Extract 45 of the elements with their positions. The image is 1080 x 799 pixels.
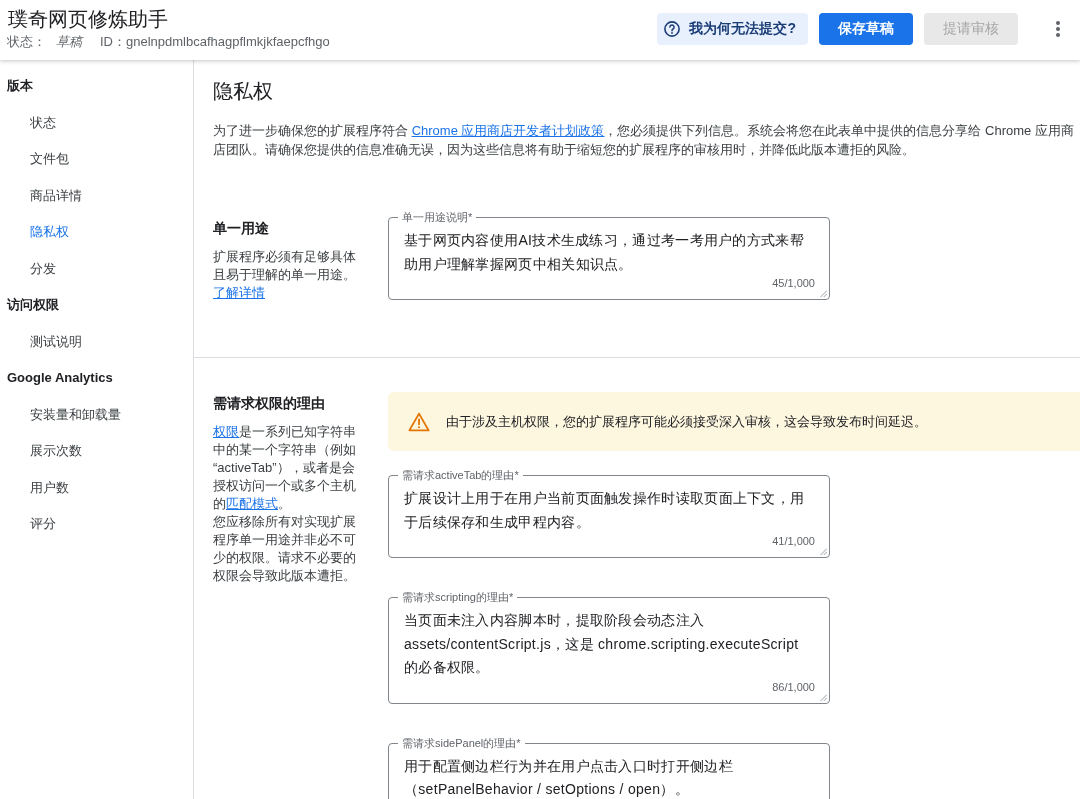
sidebar-item[interactable]: 文件包 [0, 141, 193, 178]
sidebar-heading: 版本 [6, 77, 34, 95]
status-value: 草稿 [56, 33, 82, 51]
text-link[interactable]: 了解详情 [213, 285, 265, 300]
sidebar-heading: 访问权限 [5, 296, 60, 314]
resize-grip-icon[interactable] [820, 548, 827, 555]
field-label: 单一用途说明* [398, 210, 477, 224]
section-description: 您应移除所有对实现扩展程序单一用途并非必不可少的权限。请求不必要的权限会导致此版本遭拒。 [213, 513, 357, 585]
section-description: 扩展程序必须有足够具体且易于理解的单一用途。 [213, 248, 357, 284]
resize-grip-icon[interactable] [820, 693, 827, 701]
intro-text: 为了进一步确保您的扩展程序符合 Chrome 应用商店开发者计划政策，您必须提供下列信息。系统会将您在此表单中提供的信息分享给 Chrome 应用商店团队。请确保您提供的信息准确无误，因为这些信息将有助于缩短您的扩展程序的审核用时，并降低此版本遭拒的风险。 [213, 122, 1075, 159]
character-counter: 45/1,000 [772, 276, 815, 290]
section-heading: 需请求权限的理由 [213, 394, 325, 413]
save-button[interactable]: 保存草稿 [819, 13, 913, 45]
sidebar-item[interactable]: 展示次数 [0, 433, 193, 470]
app-title: 璞奇网页修炼助手 [7, 7, 168, 31]
character-counter: 86/1,000 [772, 679, 815, 694]
more-menu-icon[interactable] [1056, 21, 1060, 37]
section-heading: 单一用途 [213, 219, 269, 238]
sidebar-item[interactable]: 分发 [0, 250, 193, 287]
extension-id: gnelnpdmlbcafhagpflmkjkfaepcfhgo [126, 33, 330, 51]
id-label: ID： [100, 33, 126, 51]
field-label: 需请求sidePanel的理由* [398, 735, 525, 750]
character-counter: 41/1,000 [772, 534, 815, 548]
sidebar-item[interactable]: 评分 [0, 506, 193, 543]
warning-text: 由于涉及主机权限，您的扩展程序可能必须接受深入审核，这会导致发布时间延迟。 [446, 412, 927, 431]
sidebar-heading: Google Analytics [6, 369, 114, 387]
field-label: 需请求activeTab的理由* [398, 468, 523, 482]
sidebar-item[interactable]: 状态 [0, 104, 193, 141]
field-label: 需请求scripting的理由* [398, 590, 518, 604]
section-description: 权限是一系列已知字符串中的某一个字符串（例如“activeTab”），或者是会授权访问一个或多个主机的匹配模式。 [213, 423, 357, 513]
sidebar-item[interactable]: 测试说明 [0, 323, 193, 360]
sidebar-item[interactable]: 隐私权 [0, 214, 193, 251]
help-button[interactable]: 我为何无法提交? [657, 13, 808, 45]
text-link[interactable]: 匹配模式 [226, 496, 278, 511]
help-icon [664, 21, 681, 37]
sidebar-item[interactable]: 商品详情 [0, 177, 193, 214]
sidebar-item[interactable]: 用户数 [0, 469, 193, 506]
text-link[interactable]: Chrome 应用商店开发者计划政策 [411, 123, 605, 138]
resize-grip-icon[interactable] [820, 290, 827, 297]
page-title: 隐私权 [213, 79, 273, 104]
sidebar-item[interactable]: 安装量和卸载量 [0, 396, 193, 433]
text-link[interactable]: 权限 [213, 424, 239, 439]
status-label: 状态： [7, 33, 46, 51]
warning-icon [408, 411, 430, 432]
